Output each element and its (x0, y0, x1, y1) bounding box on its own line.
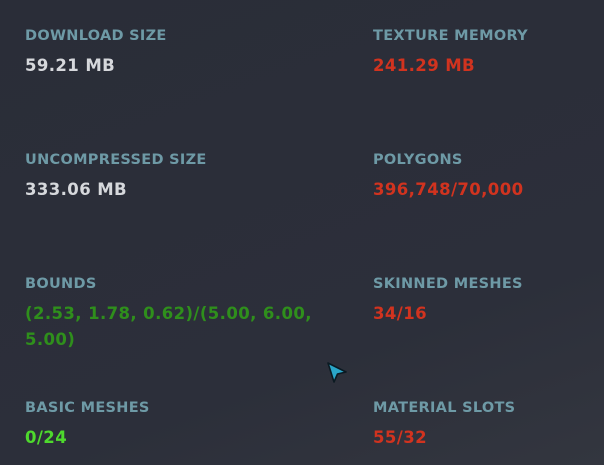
stat-polygons: POLYGONS 396,748/70,000 (373, 151, 604, 203)
stat-value: 34/16 (373, 304, 427, 323)
stat-texture-memory: TEXTURE MEMORY 241.29 MB (373, 27, 604, 79)
stat-label: POLYGONS (373, 152, 463, 168)
stat-skinned-meshes: SKINNED MESHES 34/16 (373, 275, 604, 327)
stat-value: (2.53, 1.78, 0.62)/(5.00, 6.00, 5.00) (25, 304, 312, 349)
stat-value: 55/32 (373, 428, 427, 447)
stat-label: MATERIAL SLOTS (373, 400, 516, 416)
stat-download-size: DOWNLOAD SIZE 59.21 MB (25, 27, 325, 79)
stat-value: 0/24 (25, 428, 68, 447)
stat-value: 333.06 MB (25, 180, 128, 199)
stat-bounds: BOUNDS (2.53, 1.78, 0.62)/(5.00, 6.00, 5… (25, 275, 325, 353)
stat-label: UNCOMPRESSED SIZE (25, 152, 207, 168)
stat-label: SKINNED MESHES (373, 276, 523, 292)
stat-label: BOUNDS (25, 276, 97, 292)
performance-stats-panel: DOWNLOAD SIZE 59.21 MB TEXTURE MEMORY 24… (0, 0, 604, 465)
pointer-arrow-icon (327, 362, 347, 383)
stat-label: DOWNLOAD SIZE (25, 28, 167, 44)
stat-label: TEXTURE MEMORY (373, 28, 528, 44)
stat-material-slots: MATERIAL SLOTS 55/32 (373, 399, 604, 451)
stat-value: 59.21 MB (25, 56, 116, 75)
stat-label: BASIC MESHES (25, 400, 150, 416)
stat-value: 396,748/70,000 (373, 180, 524, 199)
stat-uncompressed-size: UNCOMPRESSED SIZE 333.06 MB (25, 151, 325, 203)
stat-basic-meshes: BASIC MESHES 0/24 (25, 399, 325, 451)
stat-value: 241.29 MB (373, 56, 476, 75)
